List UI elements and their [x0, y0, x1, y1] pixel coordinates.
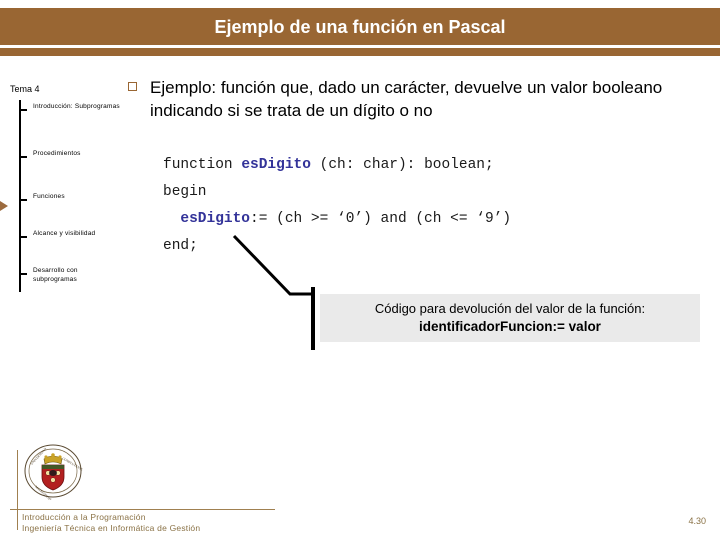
sidebar-tick-icon [19, 156, 27, 158]
code-keyword-function: function [163, 157, 242, 173]
footer-vertical-rule [17, 450, 18, 530]
sidebar-item-label: Desarrollo con subprogramas [33, 267, 78, 283]
sidebar-tick-icon [19, 199, 27, 201]
footer-horizontal-rule [10, 509, 275, 510]
code-block: function esDigito (ch: char): boolean; b… [163, 152, 633, 260]
sidebar-item-label: Alcance y visibilidad [33, 230, 96, 237]
code-line-4: end; [163, 238, 198, 254]
sidebar-tick-icon [19, 109, 27, 111]
sidebar-tick-icon [19, 273, 27, 275]
triangle-right-marker-icon [0, 196, 8, 216]
square-bullet-icon [128, 82, 137, 91]
footer-line-2: Ingeniería Técnica en Informática de Ges… [22, 523, 201, 533]
university-seal-icon: UNIVERSIDAD COMPLUTENSE MATRITENSIS [24, 444, 84, 500]
callout-box: Código para devolución del valor de la f… [320, 294, 700, 342]
sidebar-item-procedimientos[interactable]: Procedimientos [19, 150, 122, 175]
code-assign-target: esDigito [180, 211, 251, 227]
code-line-1: function esDigito (ch: char): boolean; [163, 157, 494, 173]
header-accent-band [0, 48, 720, 56]
sidebar-item-alcance-visibilidad[interactable]: Alcance y visibilidad [19, 230, 122, 255]
code-signature: (ch: char): boolean; [310, 157, 494, 173]
sidebar-item-label: Introducción: Subprogramas [33, 103, 120, 110]
page-number: 4.30 [688, 516, 706, 526]
sidebar-item-funciones[interactable]: Funciones [19, 193, 122, 218]
sidebar-item-label: Procedimientos [33, 150, 81, 157]
sidebar-item-introduccion[interactable]: Introducción: Subprogramas [19, 103, 122, 128]
sidebar-title: Tema 4 [10, 84, 40, 94]
code-line-2: begin [163, 184, 207, 200]
sidebar-item-desarrollo-subprogramas[interactable]: Desarrollo con subprogramas [19, 267, 122, 292]
page-title: Ejemplo de una función en Pascal [214, 17, 506, 37]
sidebar: Tema 4 Introducción: Subprogramas Proced… [0, 84, 122, 299]
callout-line-1: Código para devolución del valor de la f… [374, 301, 646, 316]
footer-line-1: Introducción a la Programación [22, 512, 146, 522]
code-function-name: esDigito [241, 157, 311, 173]
code-assign-expression: := (ch >= ‘0’) and (ch <= ‘9’) [250, 211, 512, 227]
bullet-text: Ejemplo: función que, dado un carácter, … [150, 78, 663, 120]
callout-line-2: identificadorFuncion:= valor [419, 319, 601, 334]
sidebar-tick-icon [19, 236, 27, 238]
footer-text: Introducción a la Programación Ingenierí… [22, 512, 200, 534]
sidebar-item-label: Funciones [33, 193, 65, 200]
